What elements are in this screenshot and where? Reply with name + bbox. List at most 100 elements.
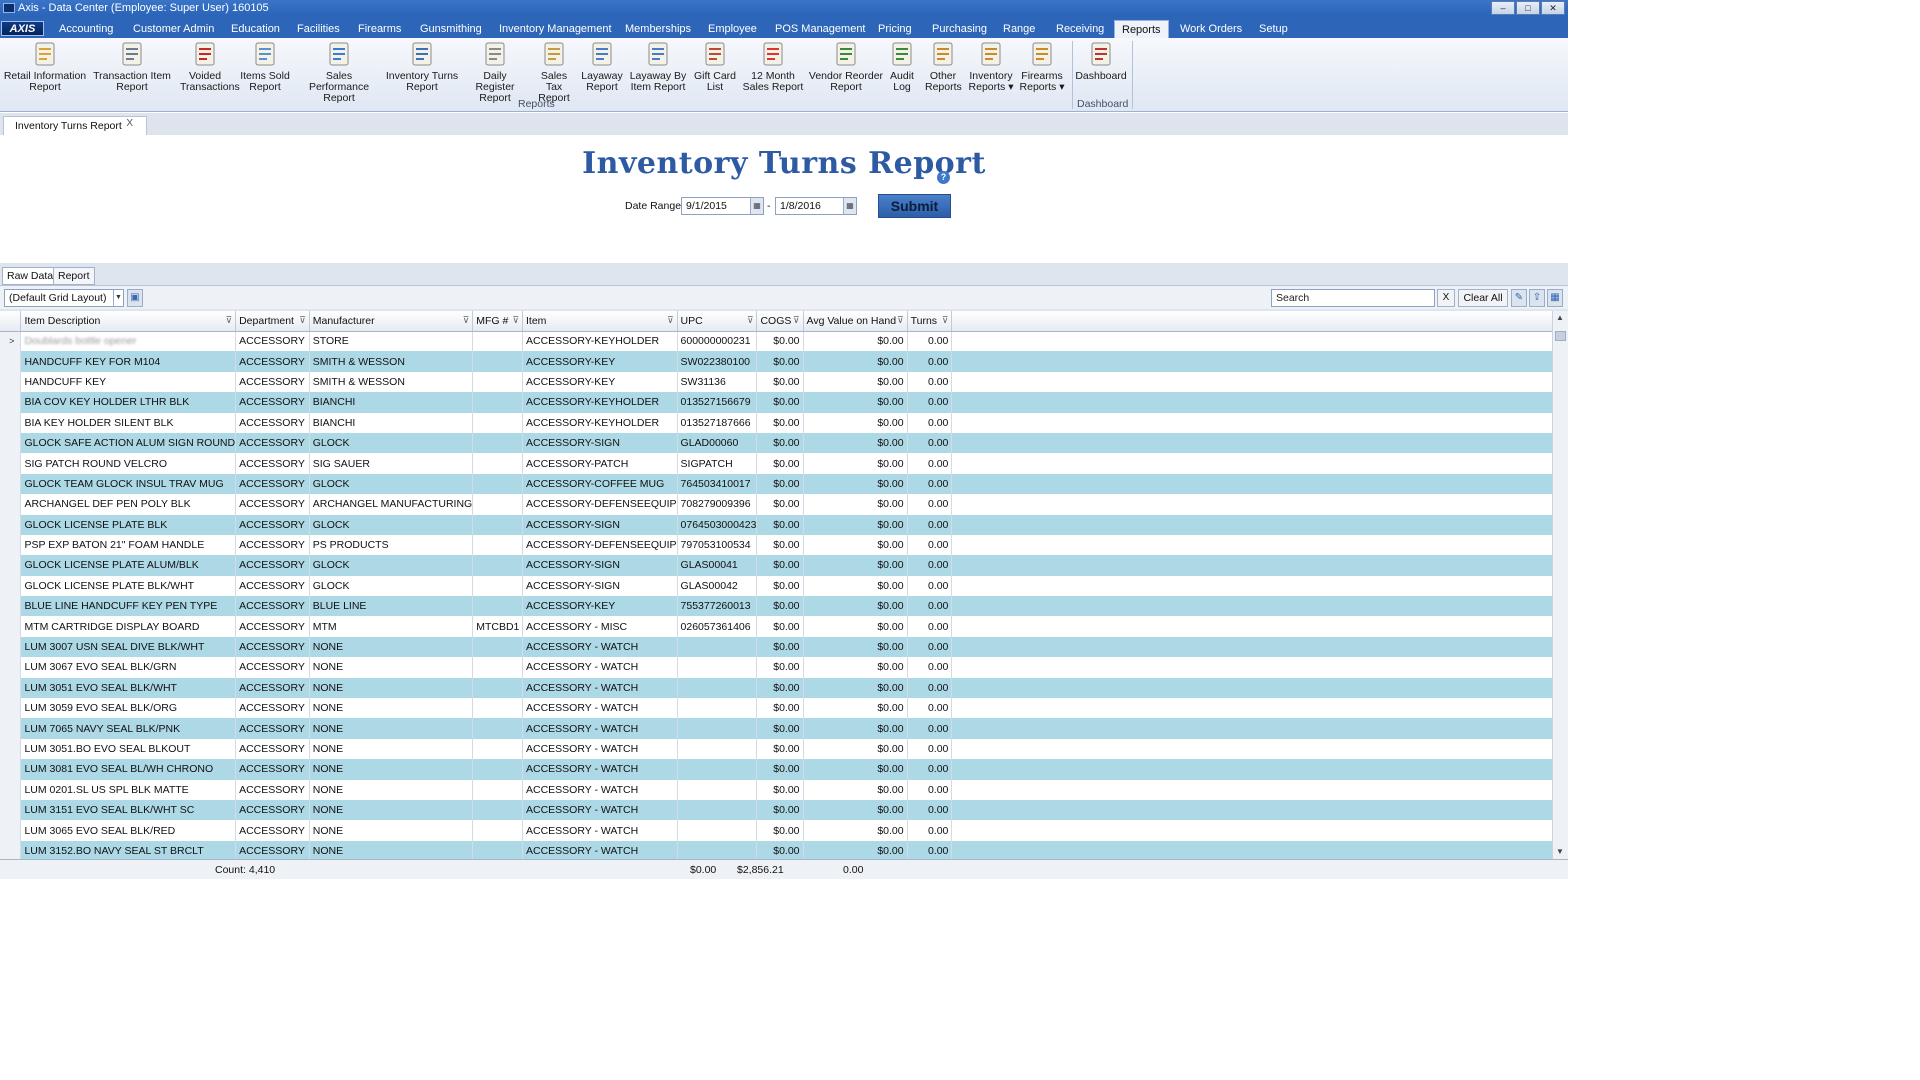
ribbon-button-layaway-by-item-report[interactable]: Layaway By Item Report (627, 40, 689, 93)
row-selector[interactable] (0, 596, 22, 617)
maximize-button[interactable]: □ (1516, 1, 1540, 15)
column-header-turns[interactable]: Turns ⊽ (907, 311, 953, 332)
row-selector[interactable] (0, 453, 22, 474)
table-row[interactable]: ARCHANGEL DEF PEN POLY BLK ACCESSORY ARCHA… (0, 494, 1568, 515)
table-row[interactable]: LUM 3065 EVO SEAL BLK/RED ACCESSORY NONE AC… (0, 820, 1568, 841)
column-header-mfg[interactable]: MFG # ⊽ (472, 311, 523, 332)
vertical-scrollbar[interactable]: ▲ ▼ (1552, 311, 1568, 859)
tab-report[interactable]: Report (53, 267, 95, 285)
ribbon-button-layaway-report[interactable]: Layaway Report (581, 40, 623, 93)
ribbon-button-items-sold-report[interactable]: Items Sold Report (239, 40, 291, 93)
column-header-upc[interactable]: UPC ⊽ (677, 311, 758, 332)
close-button[interactable]: ✕ (1541, 1, 1565, 15)
table-row[interactable]: LUM 3051.BO EVO SEAL BLKOUT ACCESSORY NONE… (0, 738, 1568, 760)
scroll-up-icon[interactable]: ▲ (1556, 313, 1564, 322)
filter-icon[interactable]: ⊽ (299, 315, 306, 326)
table-row[interactable]: GLOCK TEAM GLOCK INSUL TRAV MUG ACCESSORY… (0, 473, 1568, 495)
menu-tab-purchasing[interactable]: Purchasing (925, 20, 994, 38)
row-selector[interactable] (0, 412, 22, 433)
table-row[interactable]: LUM 3081 EVO SEAL BL/WH CHRONO ACCESSORY N… (0, 759, 1568, 780)
row-selector[interactable] (0, 351, 22, 372)
menu-tab-inventory-management[interactable]: Inventory Management (492, 20, 619, 38)
pin-icon[interactable]: ✎ (1511, 289, 1527, 307)
ribbon-button-gift-card-list[interactable]: Gift Card List (691, 40, 739, 93)
menu-tab-facilities[interactable]: Facilities (290, 20, 347, 38)
row-selector[interactable] (0, 494, 22, 515)
row-selector[interactable] (0, 534, 22, 556)
ribbon-button-sales-tax-report[interactable]: Sales Tax Report (532, 40, 576, 104)
menu-tab-employee[interactable]: Employee (701, 20, 764, 38)
row-selector[interactable] (0, 636, 22, 658)
filter-icon[interactable]: ⊽ (793, 315, 800, 326)
tab-raw-data[interactable]: Raw Data (2, 267, 59, 285)
ribbon-button-voided-transactions[interactable]: Voided Transactions (180, 40, 240, 93)
save-layout-icon[interactable]: ▣ (127, 289, 143, 307)
table-row[interactable]: LUM 3151 EVO SEAL BLK/WHT SC ACCESSORY NON… (0, 799, 1568, 821)
table-row[interactable]: GLOCK LICENSE PLATE BLK/WHT ACCESSORY GLOC… (0, 575, 1568, 597)
menu-tab-education[interactable]: Education (224, 20, 287, 38)
table-row[interactable]: PSP EXP BATON 21" FOAM HANDLE ACCESSORY PS… (0, 534, 1568, 556)
filter-icon[interactable]: ⊽ (463, 315, 470, 326)
menu-tab-reports[interactable]: Reports (1114, 20, 1169, 38)
table-row[interactable]: > Doublards bottle opener ACCESSORY STORE AC… (0, 331, 1568, 352)
search-input[interactable]: Search (1271, 289, 1435, 307)
scroll-thumb[interactable] (1555, 331, 1566, 341)
table-row[interactable]: LUM 3051 EVO SEAL BLK/WHT ACCESSORY NONE AC… (0, 677, 1568, 699)
search-clear-button[interactable]: X (1437, 289, 1455, 307)
ribbon-button-daily-register-report[interactable]: Daily Register Report (463, 40, 527, 104)
menu-tab-firearms[interactable]: Firearms (351, 20, 408, 38)
row-selector[interactable] (0, 392, 22, 413)
row-selector[interactable] (0, 616, 22, 637)
grid-layout-select[interactable]: (Default Grid Layout) ▼ (4, 289, 124, 307)
table-row[interactable]: GLOCK LICENSE PLATE ALUM/BLK ACCESSORY GLO… (0, 555, 1568, 576)
filter-icon[interactable]: ⊽ (512, 315, 519, 326)
calendar-icon[interactable]: ▦ (843, 198, 856, 214)
ribbon-button-sales-performance-report[interactable]: Sales Performance Report (297, 40, 381, 104)
row-selector[interactable]: > (0, 331, 22, 352)
table-row[interactable]: BIA KEY HOLDER SILENT BLK ACCESSORY BIANCH… (0, 412, 1568, 433)
row-selector[interactable] (0, 432, 22, 454)
row-selector[interactable] (0, 759, 22, 780)
date-from-input[interactable]: 9/1/2015 ▦ (681, 197, 764, 215)
row-selector[interactable] (0, 514, 22, 535)
ribbon-button-other-reports[interactable]: Other Reports (925, 40, 962, 93)
date-to-input[interactable]: 1/8/2016 ▦ (775, 197, 857, 215)
filter-icon[interactable]: ⊽ (667, 315, 674, 326)
row-selector[interactable] (0, 371, 22, 393)
table-row[interactable]: HANDCUFF KEY ACCESSORY SMITH & WESSON ACCES… (0, 371, 1568, 393)
row-selector[interactable] (0, 799, 22, 821)
filter-icon[interactable]: ⊽ (942, 315, 949, 326)
table-row[interactable]: GLOCK SAFE ACTION ALUM SIGN ROUND ACCESSO… (0, 432, 1568, 454)
table-row[interactable]: LUM 3007 USN SEAL DIVE BLK/WHT ACCESSORY N… (0, 636, 1568, 658)
table-row[interactable]: LUM 7065 NAVY SEAL BLK/PNK ACCESSORY NONE A… (0, 718, 1568, 739)
menu-tab-receiving[interactable]: Receiving (1049, 20, 1111, 38)
axis-logo[interactable]: AXIS (1, 21, 44, 36)
menu-tab-pos-management[interactable]: POS Management (768, 20, 873, 38)
column-header-cogs[interactable]: COGS ⊽ (756, 311, 804, 332)
table-row[interactable]: LUM 3059 EVO SEAL BLK/ORG ACCESSORY NONE AC… (0, 698, 1568, 719)
table-row[interactable]: LUM 3067 EVO SEAL BLK/GRN ACCESSORY NONE AC… (0, 657, 1568, 678)
menu-tab-customer-admin[interactable]: Customer Admin (126, 20, 221, 38)
help-icon[interactable]: ? (937, 171, 950, 184)
ribbon-button-inventory-reports[interactable]: Inventory Reports ▾ (968, 40, 1014, 93)
menu-tab-setup[interactable]: Setup (1252, 20, 1295, 38)
row-selector[interactable] (0, 820, 22, 841)
row-selector[interactable] (0, 718, 22, 739)
table-row[interactable]: MTM CARTRIDGE DISPLAY BOARD ACCESSORY MTM M… (0, 616, 1568, 637)
export-icon[interactable]: ⇪ (1529, 289, 1545, 307)
table-row[interactable]: LUM 0201.SL US SPL BLK MATTE ACCESSORY NON… (0, 779, 1568, 800)
ribbon-button-transaction-item-report[interactable]: Transaction Item Report (91, 40, 173, 93)
menu-tab-work-orders[interactable]: Work Orders (1173, 20, 1249, 38)
table-row[interactable]: BLUE LINE HANDCUFF KEY PEN TYPE ACCESSORY… (0, 596, 1568, 617)
chevron-down-icon[interactable]: ▼ (113, 290, 123, 306)
menu-tab-range[interactable]: Range (996, 20, 1042, 38)
ribbon-button-vendor-reorder-report[interactable]: Vendor Reorder Report (808, 40, 884, 93)
table-row[interactable]: HANDCUFF KEY FOR M104 ACCESSORY SMITH & WE… (0, 351, 1568, 372)
filter-icon[interactable]: ⊽ (747, 315, 754, 326)
ribbon-button-retail-information-report[interactable]: Retail Information Report (3, 40, 87, 93)
filter-icon[interactable]: ⊽ (226, 315, 233, 326)
submit-button[interactable]: Submit (878, 194, 951, 218)
column-header-manufacturer[interactable]: Manufacturer ⊽ (309, 311, 474, 332)
row-selector[interactable] (0, 677, 22, 699)
ribbon-button-firearms-reports[interactable]: Firearms Reports ▾ (1018, 40, 1066, 93)
